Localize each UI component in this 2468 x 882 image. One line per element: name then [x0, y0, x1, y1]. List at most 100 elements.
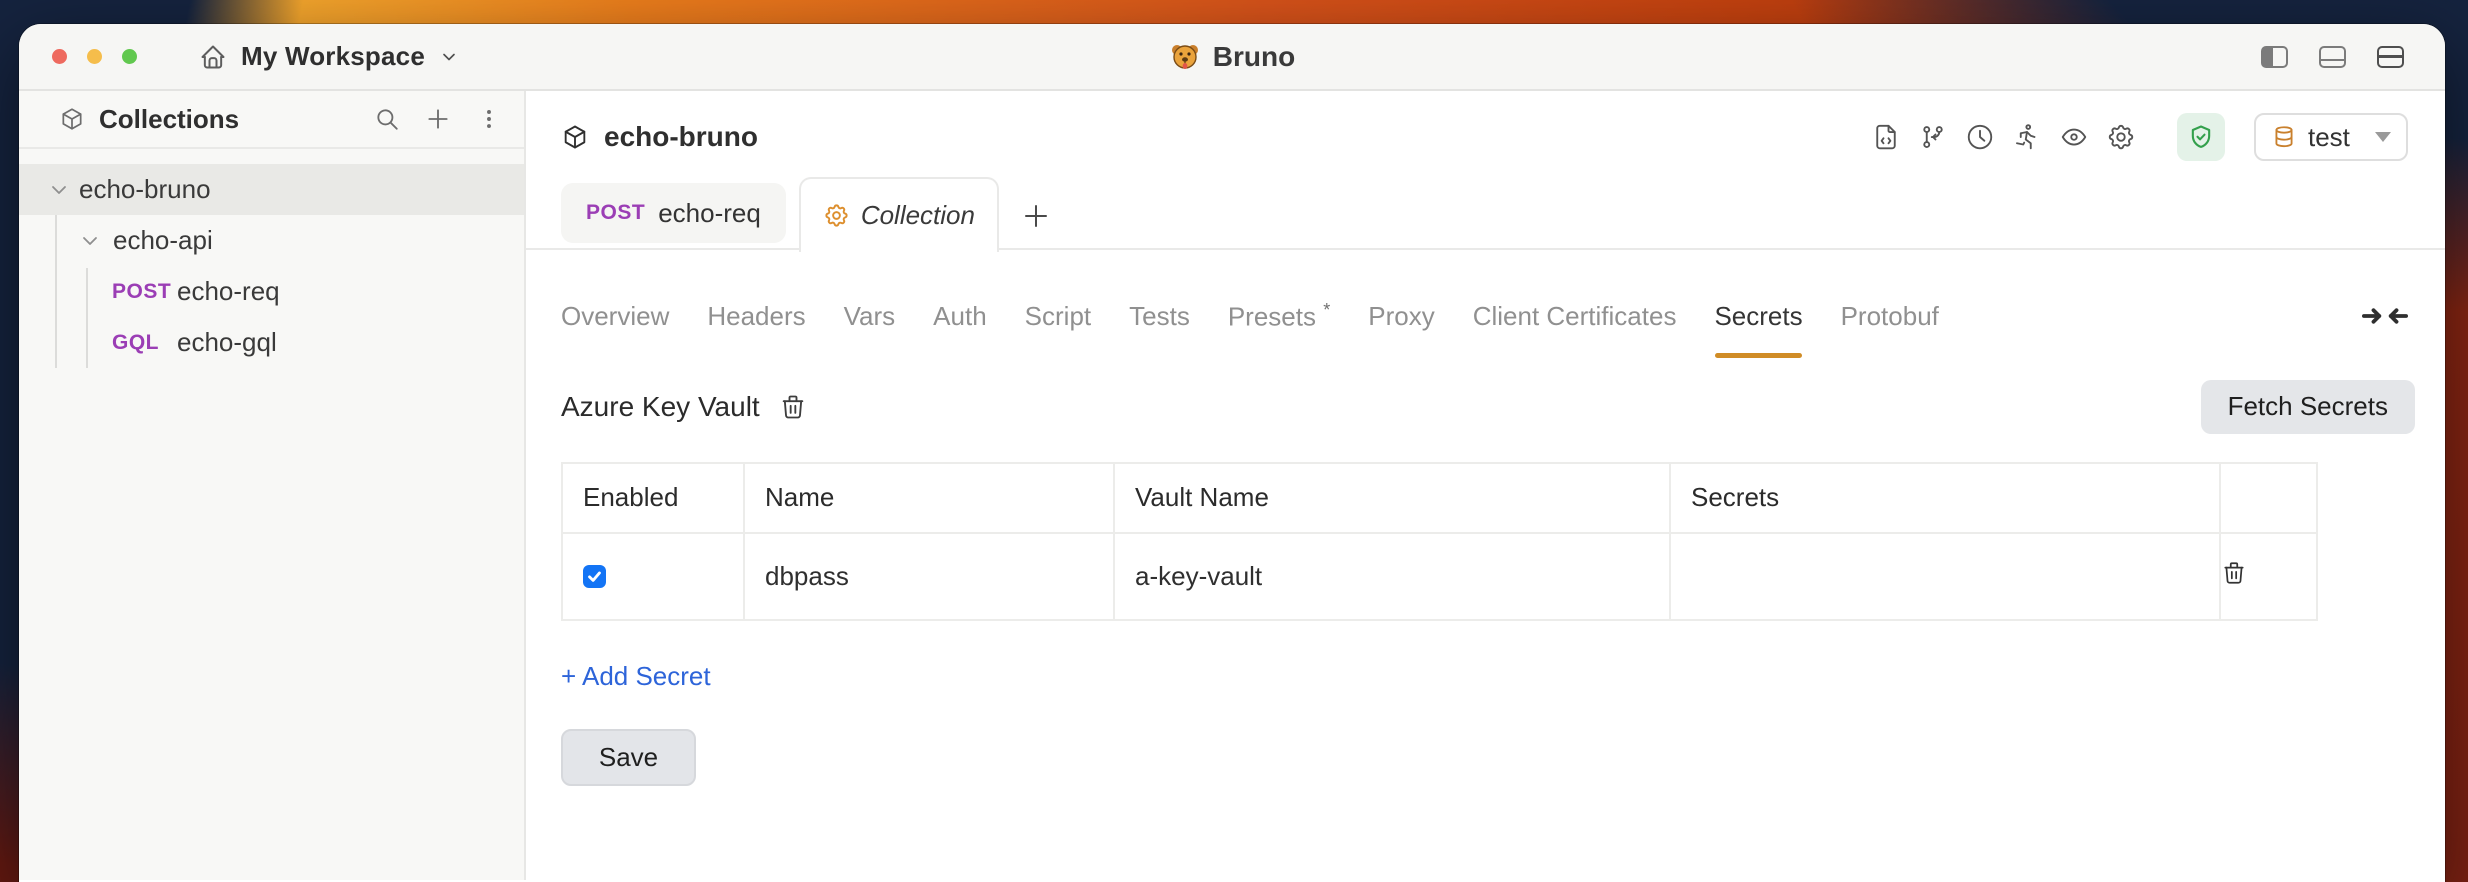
code-file-icon[interactable] [1871, 122, 1901, 152]
add-secret-link[interactable]: + Add Secret [561, 661, 711, 692]
sidebar-title: Collections [99, 103, 240, 134]
column-header-secrets: Secrets [1669, 461, 2221, 534]
settings-gear-icon[interactable] [2106, 122, 2136, 152]
tree-item-label: echo-req [177, 276, 280, 306]
chevron-down-icon[interactable] [78, 229, 102, 253]
workspace-switcher[interactable]: My Workspace [199, 41, 459, 72]
tab-collection-settings[interactable]: Collection [798, 177, 999, 252]
delete-provider-trash-icon[interactable] [779, 393, 807, 421]
new-tab-button[interactable] [1021, 201, 1051, 231]
tab-vars[interactable]: Vars [844, 301, 896, 332]
collapse-panel-icon[interactable] [2362, 302, 2408, 330]
tab-protobuf[interactable]: Protobuf [1841, 301, 1939, 332]
security-shield-button[interactable] [2177, 113, 2225, 161]
collection-title: echo-bruno [604, 121, 758, 152]
environment-selector[interactable]: test [2254, 113, 2408, 161]
box-icon [59, 106, 85, 132]
zoom-window-button[interactable] [122, 49, 137, 64]
desktop-wallpaper: My Workspace Bruno Collections echo-brun… [0, 0, 2468, 882]
gear-icon [823, 202, 850, 229]
database-icon [2271, 124, 2297, 150]
request-method-badge: GQL [112, 330, 159, 354]
git-branch-icon[interactable] [1918, 122, 1948, 152]
add-collection-icon[interactable] [425, 106, 451, 132]
history-clock-icon[interactable] [1965, 122, 1995, 152]
toggle-bottom-pane-icon[interactable] [2319, 45, 2346, 68]
workspace-name: My Workspace [241, 41, 425, 71]
environment-name: test [2308, 121, 2350, 152]
main-panel: echo-bruno test POST echo-req Collection… [526, 91, 2445, 880]
shield-check-icon [2191, 125, 2211, 148]
eye-icon[interactable] [2059, 122, 2089, 152]
column-header-actions [2219, 461, 2318, 534]
cell-vault-name[interactable]: a-key-vault [1113, 531, 1671, 621]
tab-request-echo-req[interactable]: POST echo-req [561, 183, 786, 243]
dropdown-caret-icon [2375, 132, 2391, 142]
toggle-split-layout-icon[interactable] [2377, 45, 2404, 68]
app-body: Collections echo-bruno echo-api POST ech… [19, 91, 2445, 880]
tab-secrets[interactable]: Secrets [1714, 301, 1803, 358]
search-icon[interactable] [374, 106, 400, 132]
close-window-button[interactable] [52, 49, 67, 64]
column-header-vault-name: Vault Name [1113, 461, 1671, 534]
indent-guide [86, 268, 88, 368]
sidebar-header: Collections [19, 91, 524, 149]
save-button[interactable]: Save [561, 728, 696, 786]
bruno-dog-logo [1169, 41, 1201, 73]
cell-actions [2219, 531, 2318, 621]
request-tabs-bar: POST echo-req Collection [526, 177, 2445, 252]
sidebar-actions [374, 106, 502, 132]
request-method-badge: POST [586, 201, 646, 224]
tab-label: Presets [1227, 301, 1316, 332]
collection-header: echo-bruno test [526, 91, 2445, 183]
cell-secrets[interactable] [1669, 531, 2221, 621]
table-header-row: Enabled Name Vault Name Secrets [561, 461, 2318, 534]
runner-icon[interactable] [2012, 122, 2042, 152]
tab-presets[interactable]: Presets * [1228, 300, 1330, 333]
home-icon [199, 43, 227, 71]
bruno-app-window: My Workspace Bruno Collections echo-brun… [19, 24, 2445, 882]
column-header-name: Name [743, 461, 1115, 534]
collections-sidebar: Collections echo-bruno echo-api POST ech… [19, 91, 526, 880]
tree-item-label: echo-gql [177, 327, 277, 357]
secrets-table: Enabled Name Vault Name Secrets dbpass a… [561, 461, 2318, 621]
check-icon [588, 571, 601, 582]
tab-proxy[interactable]: Proxy [1368, 301, 1434, 332]
collection-toolbar: test [1871, 113, 2408, 161]
enabled-checkbox[interactable] [583, 564, 606, 588]
minimize-window-button[interactable] [87, 49, 102, 64]
collections-tree: echo-bruno echo-api POST echo-req GQL ec… [19, 164, 524, 368]
toggle-sidebar-icon[interactable] [2261, 45, 2288, 68]
tab-label: Collection [860, 200, 975, 230]
table-row: dbpass a-key-vault [561, 531, 2318, 621]
request-method-badge: POST [112, 279, 172, 303]
indent-guide [55, 215, 57, 368]
tree-item-request[interactable]: POST echo-req [19, 266, 524, 317]
modified-indicator: * [1323, 300, 1331, 320]
provider-title: Azure Key Vault [561, 390, 760, 422]
tree-item-folder[interactable]: echo-api [19, 215, 524, 266]
fetch-secrets-button[interactable]: Fetch Secrets [2200, 379, 2415, 434]
box-icon [561, 123, 589, 151]
column-header-enabled: Enabled [561, 461, 745, 534]
cell-enabled [561, 531, 745, 621]
app-name: Bruno [1212, 40, 1296, 72]
cell-name[interactable]: dbpass [743, 531, 1115, 621]
tab-client-certificates[interactable]: Client Certificates [1473, 301, 1677, 332]
tree-item-label: echo-api [113, 225, 213, 255]
layout-controls [2261, 45, 2445, 68]
titlebar: My Workspace Bruno [19, 24, 2445, 91]
tab-script[interactable]: Script [1025, 301, 1091, 332]
chevron-down-icon[interactable] [47, 178, 71, 202]
secrets-provider-row: Azure Key Vault Fetch Secrets [561, 379, 2415, 435]
tree-item-label: echo-bruno [79, 174, 211, 204]
sidebar-menu-icon[interactable] [476, 106, 502, 132]
tree-item-collection[interactable]: echo-bruno [19, 164, 524, 215]
tab-tests[interactable]: Tests [1129, 301, 1190, 332]
delete-row-trash-icon[interactable] [2221, 560, 2247, 586]
tab-headers[interactable]: Headers [707, 301, 805, 332]
tab-overview[interactable]: Overview [561, 301, 669, 332]
tab-auth[interactable]: Auth [933, 301, 987, 332]
tree-item-request[interactable]: GQL echo-gql [19, 317, 524, 368]
tab-label: echo-req [658, 197, 761, 228]
